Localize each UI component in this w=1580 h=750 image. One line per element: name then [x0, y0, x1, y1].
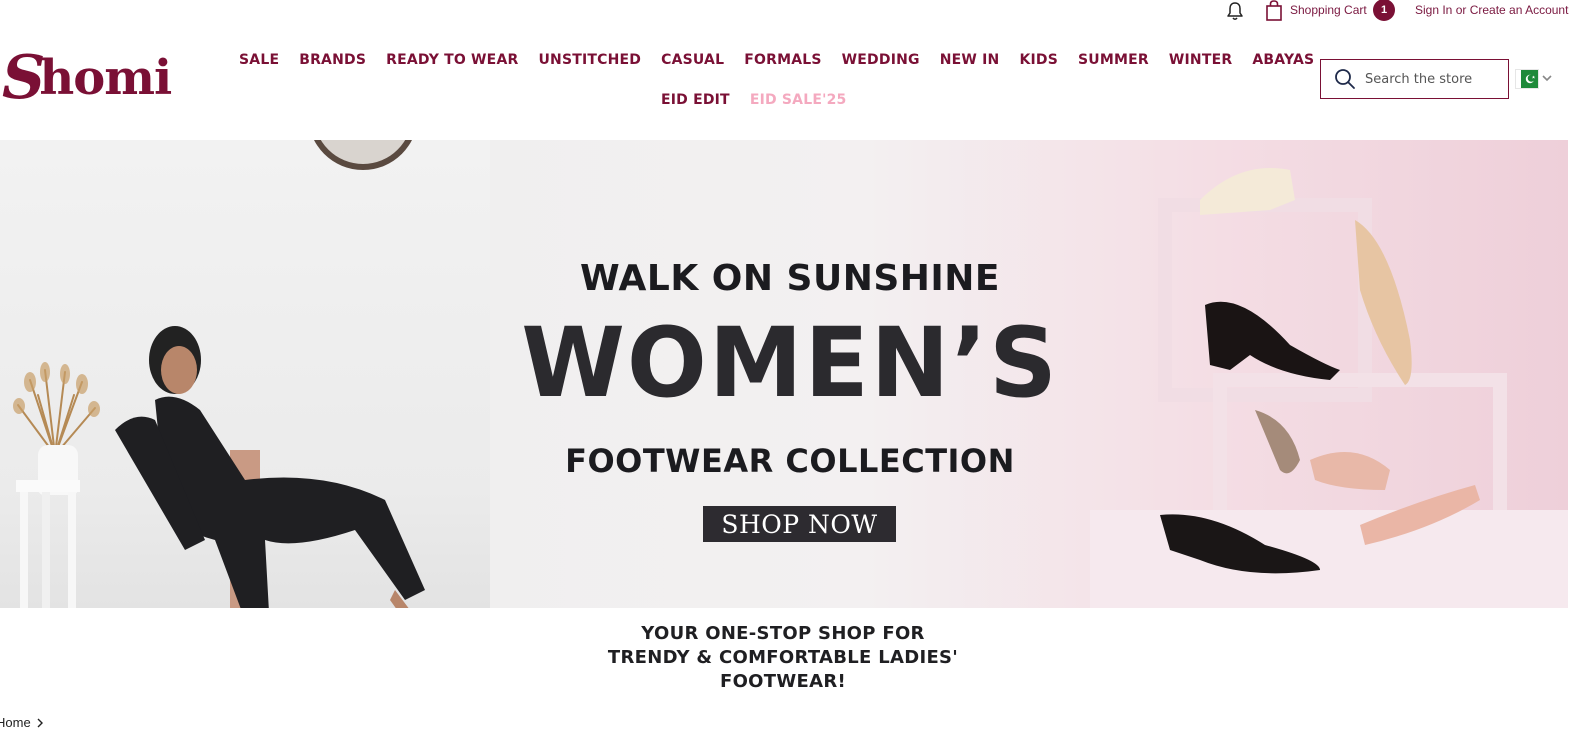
sign-in-link[interactable]: Sign In [1415, 3, 1452, 17]
nav-item-casual[interactable]: CASUAL [651, 52, 734, 68]
pakistan-flag-icon[interactable] [1516, 70, 1538, 88]
chevron-right-icon [37, 718, 43, 727]
nav-item-new-in[interactable]: NEW IN [930, 52, 1010, 68]
white-stool-image [16, 480, 80, 608]
shoe-display-image [1090, 168, 1568, 608]
nav-item-formals[interactable]: FORMALS [734, 52, 831, 68]
nav-item-wedding[interactable]: WEDDING [832, 52, 930, 68]
nav-item-kids[interactable]: KIDS [1009, 52, 1068, 68]
site-logo[interactable]: S homi [2, 43, 172, 113]
tagline-line-1: YOUR ONE-STOP SHOP FOR [641, 623, 925, 644]
nav-item-unstitched[interactable]: UNSTITCHED [528, 52, 651, 68]
bell-icon[interactable] [1226, 1, 1244, 21]
shopping-bag-icon[interactable] [1265, 0, 1283, 21]
tagline-line-2: TRENDY & COMFORTABLE LADIES' [607, 647, 959, 668]
nav-item-ready-to-wear[interactable]: READY TO WEAR [376, 52, 528, 68]
tagline: YOUR ONE-STOP SHOP FOR TRENDY & COMFORTA… [540, 622, 1026, 694]
model-image [115, 326, 425, 608]
hero-subtitle: FOOTWEAR COLLECTION [565, 442, 1015, 480]
nav-item-eid-sale[interactable]: EID SALE'25 [740, 92, 857, 108]
hero-headline: WALK ON SUNSHINE [579, 258, 1001, 299]
breadcrumb-home-link[interactable]: Home [0, 715, 31, 730]
shopping-cart-link[interactable]: Shopping Cart [1290, 3, 1367, 17]
nav-item-abayas[interactable]: ABAYAS [1242, 52, 1324, 68]
breadcrumb: Home [0, 715, 45, 730]
top-utility-bar: Shopping Cart 1 Sign In or Create an Acc… [0, 0, 1580, 24]
hero-title: WOMEN’S [521, 307, 1059, 419]
nav-item-summer[interactable]: SUMMER [1068, 52, 1159, 68]
tagline-line-3: FOOTWEAR! [719, 671, 847, 692]
search-input[interactable] [1365, 71, 1505, 87]
nav-item-brands[interactable]: BRANDS [289, 52, 376, 68]
nav-item-winter[interactable]: WINTER [1159, 52, 1242, 68]
search-icon[interactable] [1333, 67, 1357, 91]
create-account-link[interactable]: Create an Account [1470, 3, 1569, 17]
search-box [1320, 59, 1509, 99]
cart-count-badge: 1 [1373, 0, 1395, 21]
nav-item-eid-edit[interactable]: EID EDIT [651, 92, 740, 108]
nav-item-sale[interactable]: SALE [229, 52, 289, 68]
chevron-down-icon[interactable] [1540, 71, 1554, 85]
shop-now-button[interactable]: SHOP NOW [703, 506, 896, 542]
account-links: Sign In or Create an Account [1415, 3, 1568, 17]
logo-initial: S [2, 43, 45, 113]
logo-text: homi [39, 50, 172, 106]
main-nav-row-1: SALE BRANDS READY TO WEAR UNSTITCHED CAS… [229, 52, 1324, 68]
or-text: or [1452, 3, 1470, 17]
main-nav-row-2: EID EDIT EID SALE'25 [651, 92, 856, 108]
